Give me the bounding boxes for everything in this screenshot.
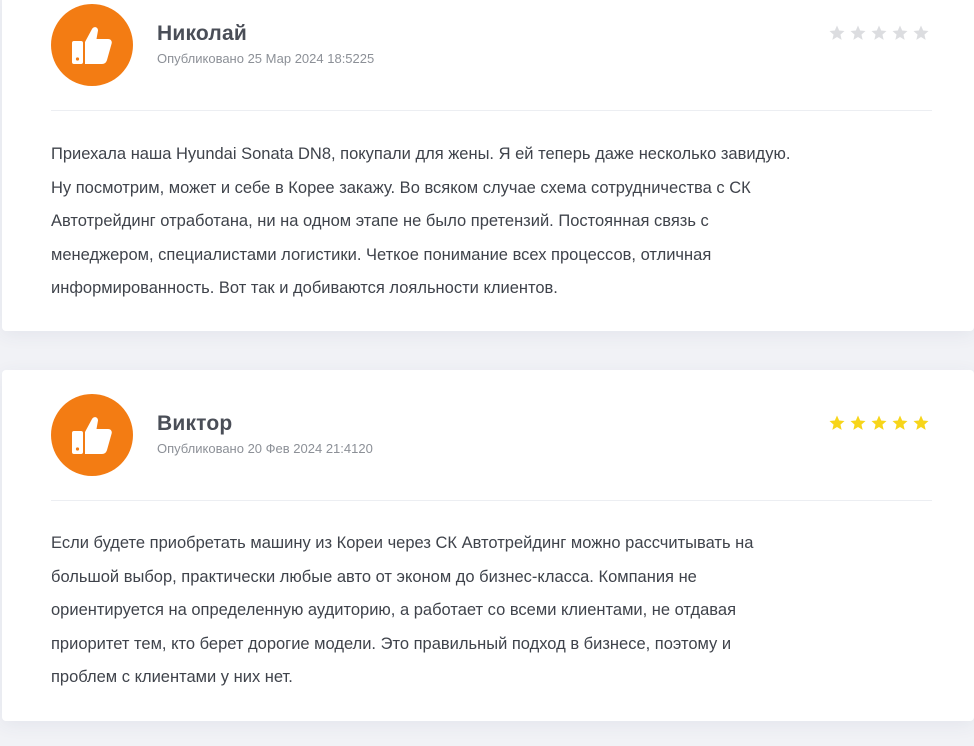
review-text-line: ориентируется на определенную аудиторию,… xyxy=(51,601,736,619)
star-icon xyxy=(912,24,930,42)
divider xyxy=(51,110,932,111)
review-card: Николай Опубликовано 25 Мар 2024 18:5225… xyxy=(2,0,974,331)
star-icon xyxy=(849,414,867,432)
review-text-line: Приехала наша Hyundai Sonata DN8, покупа… xyxy=(51,145,791,163)
star-icon xyxy=(849,24,867,42)
thumbs-up-icon xyxy=(67,410,117,460)
review-text-line: Автотрейдинг отработана, ни на одном эта… xyxy=(51,212,709,230)
review-text-line: проблем с клиентами у них нет. xyxy=(51,668,293,686)
author-name: Виктор xyxy=(157,412,233,435)
review-text-line: Ну посмотрим, может и себе в Корее закаж… xyxy=(51,178,751,197)
publish-date: Опубликовано 20 Фев 2024 21:4120 xyxy=(157,441,373,456)
review-card: Виктор Опубликовано 20 Фев 2024 21:4120 … xyxy=(2,370,974,721)
star-icon xyxy=(891,414,909,432)
thumbs-up-icon xyxy=(67,20,117,70)
publish-date: Опубликовано 25 Мар 2024 18:5225 xyxy=(157,51,375,66)
review-text-line: информированность. Вот так и добиваются … xyxy=(51,279,558,297)
star-icon xyxy=(870,24,888,42)
avatar xyxy=(51,394,133,476)
star-icon xyxy=(828,24,846,42)
star-rating xyxy=(828,24,930,42)
review-text: Если будете приобретать машину из Кореи … xyxy=(51,527,931,695)
divider xyxy=(51,500,932,501)
review-text-line: менеджером, специалистами логистики. Чет… xyxy=(51,245,712,264)
review-text-line: приоритет тем, кто берет дорогие модели.… xyxy=(51,634,732,653)
avatar xyxy=(51,4,133,86)
star-icon xyxy=(891,24,909,42)
star-icon xyxy=(828,414,846,432)
review-text: Приехала наша Hyundai Sonata DN8, покупа… xyxy=(51,138,931,306)
star-icon xyxy=(870,414,888,432)
review-text-line: Если будете приобретать машину из Кореи … xyxy=(51,534,754,552)
star-rating xyxy=(828,414,930,432)
review-text-line: большой выбор, практически любые авто от… xyxy=(51,567,697,586)
author-name: Николай xyxy=(157,22,247,45)
star-icon xyxy=(912,414,930,432)
